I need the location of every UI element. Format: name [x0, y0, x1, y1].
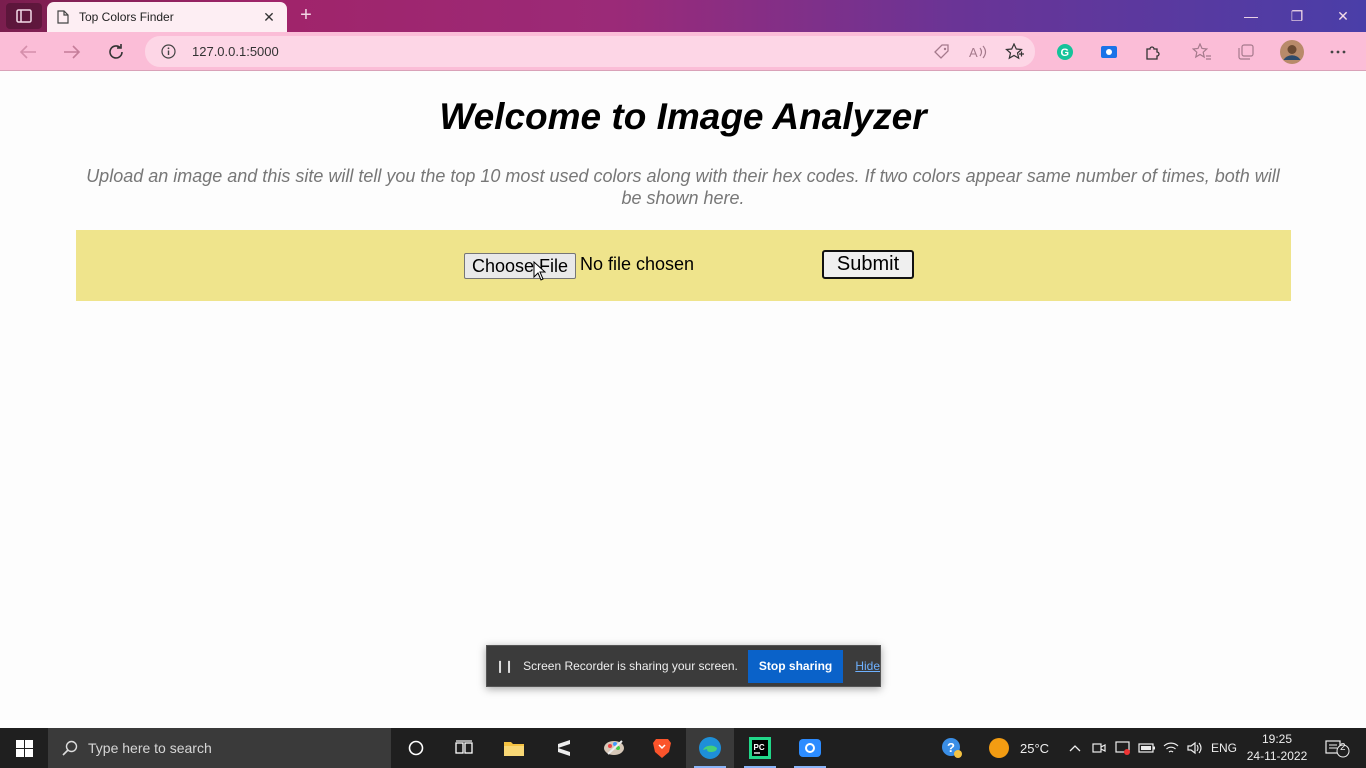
stop-sharing-button[interactable]: Stop sharing — [747, 649, 844, 683]
svg-text:?: ? — [947, 740, 955, 755]
page-description: Upload an image and this site will tell … — [86, 166, 1280, 208]
help-icon[interactable]: ? — [938, 728, 966, 768]
notification-count: 2 — [1340, 742, 1346, 753]
tab-title: Top Colors Finder — [79, 10, 174, 24]
search-icon — [62, 740, 78, 756]
favorites-icon[interactable] — [1189, 39, 1215, 65]
browser-toolbar: 127.0.0.1:5000 A G — [0, 32, 1366, 71]
clock-date: 24-11-2022 — [1246, 749, 1308, 763]
back-button[interactable] — [14, 38, 42, 66]
svg-text:A: A — [969, 45, 978, 60]
collections-icon[interactable] — [1233, 39, 1259, 65]
taskbar-clock[interactable]: 19:25 24-11-2022 — [1244, 731, 1310, 765]
page-icon — [57, 10, 69, 24]
task-view-icon[interactable] — [440, 728, 488, 768]
language-indicator[interactable]: ENG — [1208, 728, 1240, 768]
volume-icon[interactable] — [1184, 728, 1206, 768]
notification-center-button[interactable]: 2 — [1318, 728, 1358, 768]
windows-logo-icon — [15, 739, 33, 757]
pause-icon: ❙❙ — [495, 659, 514, 673]
browser-tab[interactable]: Top Colors Finder ✕ — [47, 2, 287, 32]
tab-actions-icon — [16, 9, 32, 23]
sharing-message: Screen Recorder is sharing your screen. — [523, 659, 738, 673]
wifi-icon[interactable] — [1160, 728, 1182, 768]
clock-time: 19:25 — [1261, 732, 1293, 746]
zoom-icon[interactable] — [786, 728, 834, 768]
brave-icon[interactable] — [638, 728, 686, 768]
address-bar[interactable]: 127.0.0.1:5000 — [145, 36, 1035, 67]
screen-sharing-banner: ❙❙ Screen Recorder is sharing your scree… — [486, 645, 881, 687]
tag-icon[interactable] — [929, 39, 955, 65]
weather-widget[interactable]: 25°C — [988, 728, 1058, 768]
back-arrow-icon — [19, 45, 36, 59]
chevron-up-icon[interactable] — [1065, 728, 1085, 768]
cortana-icon[interactable] — [392, 728, 440, 768]
sublime-text-icon[interactable] — [540, 728, 588, 768]
new-tab-button[interactable]: + — [295, 4, 317, 26]
taskbar-search[interactable]: Type here to search — [48, 728, 391, 768]
hide-link[interactable]: Hide — [855, 659, 880, 673]
submit-button[interactable]: Submit — [822, 250, 914, 279]
svg-text:G: G — [1061, 47, 1070, 59]
page-title: Welcome to Image Analyzer — [439, 96, 927, 137]
recording-icon[interactable] — [1112, 728, 1134, 768]
restore-button[interactable]: ❐ — [1274, 0, 1320, 32]
choose-file-button[interactable]: Choose File — [464, 253, 576, 279]
settings-more-icon[interactable] — [1325, 39, 1351, 65]
forward-button[interactable] — [58, 38, 86, 66]
file-explorer-icon[interactable] — [490, 728, 538, 768]
read-aloud-icon[interactable]: A — [965, 39, 991, 65]
minimize-button[interactable]: — — [1228, 0, 1274, 32]
profile-avatar[interactable] — [1279, 39, 1305, 65]
tab-actions-button[interactable] — [6, 3, 42, 29]
notification-icon — [1325, 740, 1350, 758]
refresh-button[interactable] — [102, 38, 130, 66]
file-status-text: No file chosen — [580, 254, 695, 274]
mouse-cursor-icon — [533, 261, 546, 281]
forward-arrow-icon — [64, 45, 81, 59]
battery-icon[interactable] — [1136, 728, 1158, 768]
url-text: 127.0.0.1:5000 — [192, 44, 279, 59]
grammarly-icon[interactable]: G — [1052, 39, 1078, 65]
paint-icon[interactable] — [590, 728, 638, 768]
add-favorite-icon[interactable] — [1002, 39, 1028, 65]
search-placeholder: Type here to search — [88, 740, 212, 756]
info-icon — [161, 44, 176, 59]
weather-temperature: 25°C — [1020, 740, 1050, 756]
sun-icon — [989, 738, 1009, 758]
edge-icon[interactable] — [686, 728, 734, 768]
close-window-button[interactable]: ✕ — [1320, 0, 1366, 32]
screen-recorder-extension-icon[interactable] — [1096, 39, 1122, 65]
camera-icon[interactable] — [1088, 728, 1110, 768]
extensions-icon[interactable] — [1140, 39, 1166, 65]
pycharm-icon[interactable]: PC — [736, 728, 784, 768]
windows-taskbar: Type here to search PC ? 25°C ENG 19:25 … — [0, 728, 1366, 768]
browser-tab-bar: Top Colors Finder ✕ + — ❐ ✕ — [0, 0, 1366, 32]
start-button[interactable] — [0, 728, 48, 768]
refresh-icon — [109, 44, 123, 59]
tab-close-icon[interactable]: ✕ — [261, 9, 277, 26]
svg-text:PC: PC — [754, 743, 765, 752]
